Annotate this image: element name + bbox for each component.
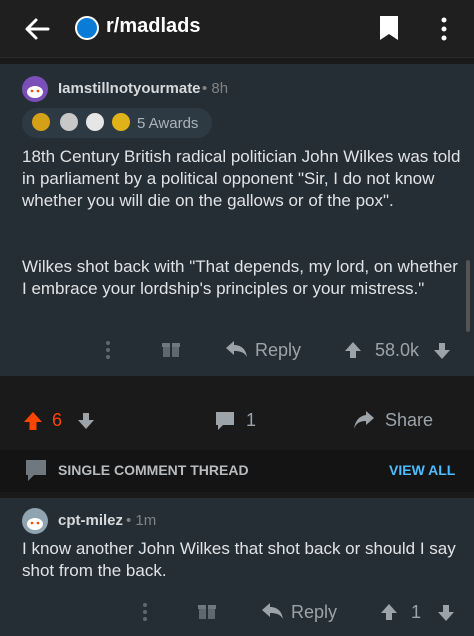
award-hands-icon xyxy=(60,113,78,131)
award-glasses-icon xyxy=(112,113,130,131)
comment-score: 58.0k xyxy=(375,340,420,360)
back-arrow-icon[interactable] xyxy=(22,14,52,44)
avatar[interactable] xyxy=(22,76,48,102)
snoo-avatar-icon xyxy=(27,518,43,530)
comment-age: • 8h xyxy=(202,80,229,97)
comment-bubble-icon[interactable] xyxy=(214,410,236,432)
reply-icon[interactable] xyxy=(260,601,284,621)
downvote-arrow-icon[interactable] xyxy=(436,603,456,623)
downvote-arrow-icon[interactable] xyxy=(432,341,452,361)
more-options-icon[interactable] xyxy=(141,602,149,622)
upvote-arrow-icon[interactable] xyxy=(22,410,44,432)
downvote-arrow-icon[interactable] xyxy=(76,411,96,431)
comment-author[interactable]: Iamstillnotyourmate xyxy=(58,80,201,97)
reply-button[interactable]: Reply xyxy=(291,602,337,623)
subreddit-icon[interactable] xyxy=(75,16,99,40)
award-silver-icon xyxy=(86,113,104,131)
post-vote-count: 6 xyxy=(52,410,63,430)
comment-body-paragraph: 18th Century British radical politician … xyxy=(22,147,461,210)
comment-age: • 1m xyxy=(126,512,157,529)
avatar[interactable] xyxy=(22,508,48,534)
bookmark-icon[interactable] xyxy=(378,14,400,42)
kebab-icon[interactable] xyxy=(432,14,456,44)
single-comment-thread-bar: SINGLE COMMENT THREAD VIEW ALL xyxy=(0,450,474,492)
subreddit-name[interactable]: r/madlads xyxy=(106,15,200,38)
award-gold-icon xyxy=(32,113,50,131)
upvote-arrow-icon[interactable] xyxy=(343,340,363,360)
gift-award-icon[interactable] xyxy=(198,602,216,620)
comment-author[interactable]: cpt-milez xyxy=(58,512,123,529)
snoo-avatar-icon xyxy=(27,86,43,98)
comment-card: cpt-milez • 1m I know another John Wilke… xyxy=(0,498,474,636)
thread-label: SINGLE COMMENT THREAD xyxy=(58,462,249,478)
reply-icon[interactable] xyxy=(224,339,248,359)
comment-score: 1 xyxy=(411,602,422,622)
view-all-link[interactable]: VIEW ALL xyxy=(389,462,455,478)
scrollbar[interactable] xyxy=(466,260,470,332)
comment-bubble-icon xyxy=(26,460,46,481)
gift-award-icon[interactable] xyxy=(162,340,180,358)
comment-body: I know another John Wilkes that shot bac… xyxy=(22,539,456,580)
top-app-bar: r/madlads xyxy=(0,0,474,58)
post-comment-count[interactable]: 1 xyxy=(246,410,256,431)
share-icon[interactable] xyxy=(352,409,376,431)
upvote-arrow-icon[interactable] xyxy=(379,602,399,622)
comment-body-paragraph: Wilkes shot back with "That depends, my … xyxy=(22,257,458,298)
share-button[interactable]: Share xyxy=(385,410,433,431)
awards-count[interactable]: 5 Awards xyxy=(137,115,198,132)
more-options-icon[interactable] xyxy=(104,340,112,360)
reply-button[interactable]: Reply xyxy=(255,340,301,361)
